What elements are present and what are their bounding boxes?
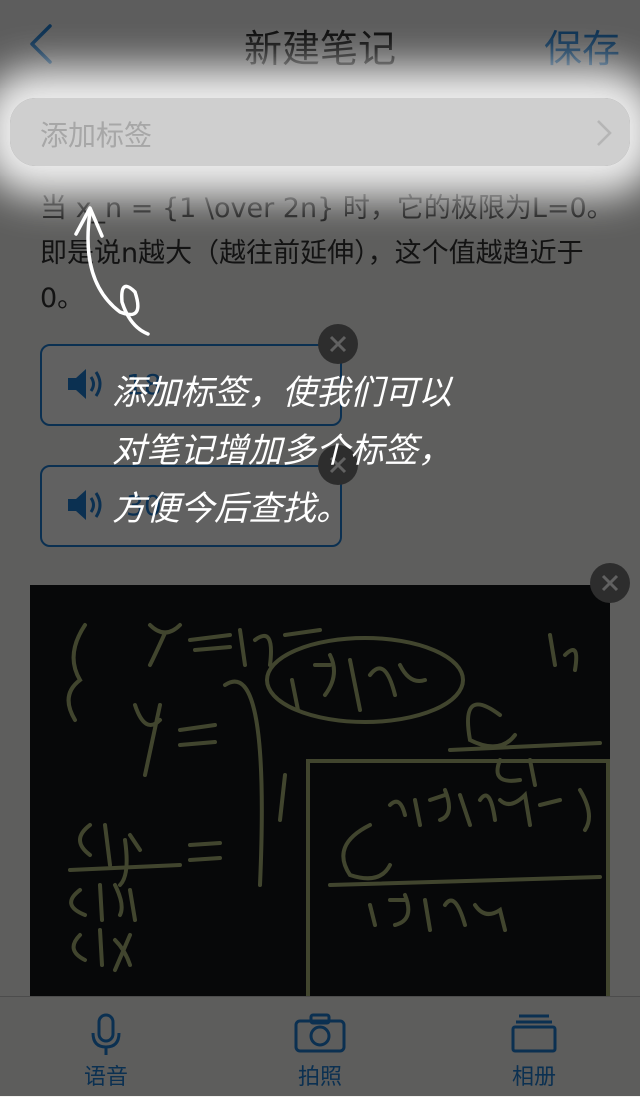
bottom-toolbar: 语音 拍照 相册: [0, 996, 640, 1097]
save-button[interactable]: 保存: [544, 18, 620, 73]
album-button[interactable]: 相册: [464, 1007, 604, 1093]
delete-photo-button[interactable]: [590, 563, 630, 603]
close-icon: [329, 335, 347, 353]
speaker-icon: [68, 490, 102, 520]
tag-row-spotlight: [10, 98, 630, 166]
camera-label: 拍照: [297, 1065, 342, 1090]
hint-arrow-icon: [74, 206, 150, 336]
camera-icon: [294, 1013, 346, 1053]
voice-label: 语音: [83, 1065, 128, 1090]
album-label: 相册: [511, 1065, 556, 1090]
speaker-icon: [68, 369, 102, 399]
album-icon: [511, 1014, 557, 1053]
camera-button[interactable]: 拍照: [250, 1007, 390, 1093]
tutorial-hint-text: 添加标签，使我们可以 对笔记增加多个标签， 方便今后查找。: [112, 373, 452, 529]
close-icon: [601, 574, 619, 592]
nav-bar: 新建笔记 保存: [0, 0, 640, 89]
voice-button[interactable]: 语音: [36, 1007, 176, 1093]
delete-audio-button[interactable]: [318, 324, 358, 364]
microphone-icon: [91, 1013, 121, 1055]
new-note-screen: 新建笔记 保存 添加标签 当 x_n = {1 \over 2n} 时，它的极限…: [0, 0, 640, 1097]
